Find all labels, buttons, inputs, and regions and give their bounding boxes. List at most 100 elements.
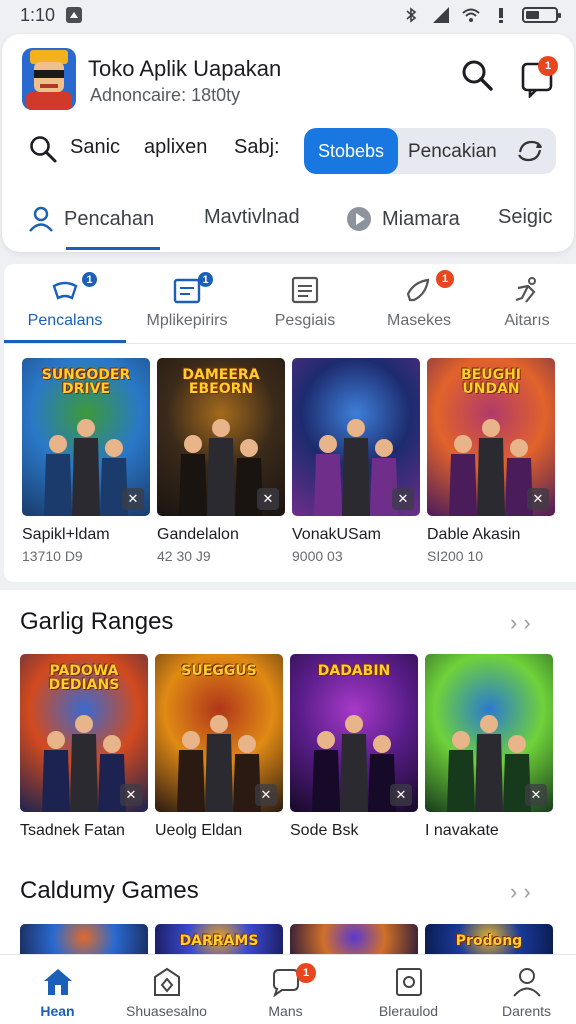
featured-games-row: SUNGODER DRIVE ✕ Sapikl+ldam 13710 D9 DAMEER…: [4, 358, 576, 572]
bottom-nav: Hean Shuasesalno 1 Mans Bleraulod Darent…: [0, 954, 576, 1024]
category-tab-masekes[interactable]: 1 Masekes: [364, 264, 474, 344]
tab-active-indicator: [66, 247, 160, 250]
top-tabs: Pencahan Mavtivlnad Miamara Seigic: [2, 196, 574, 250]
category-tab-pesgiais[interactable]: Pesgiais: [250, 264, 360, 344]
segmented-control: Stobebs Pencakian: [304, 128, 556, 174]
game-type-icon: ✕: [257, 488, 279, 510]
game-name: Sode Bsk: [290, 822, 359, 839]
tab-miamara[interactable]: Miamara: [346, 206, 460, 232]
tab-mavtivlnad[interactable]: Mavtivlnad: [204, 206, 300, 229]
notification-button[interactable]: 1: [518, 56, 558, 100]
game-art-title: DAMEERA EBEORN: [182, 367, 260, 397]
tab-pencahan[interactable]: Pencahan: [28, 206, 154, 232]
profile-icon: [512, 968, 541, 997]
segment-other[interactable]: Pencakian: [408, 141, 497, 163]
category-card: 1 Pencalans 1 Mplikepirirs Pesgiais 1 Ma…: [4, 264, 576, 582]
game-type-icon: ✕: [527, 488, 549, 510]
category-badge: 1: [82, 272, 97, 287]
avatar-icon: [22, 48, 76, 110]
game-type-icon: ✕: [255, 784, 277, 806]
section-title: Garlig Ranges: [20, 608, 174, 635]
section-more-arrows[interactable]: ››: [510, 610, 537, 636]
game-cover-image[interactable]: ✕: [292, 358, 420, 516]
category-label: Mplikepirirs: [146, 312, 228, 329]
game-card[interactable]: ✕ VonakUSam 9000 03: [292, 358, 420, 564]
nav-label: Bleraulod: [378, 1003, 439, 1019]
game-cover-image[interactable]: BEUGHI UNDAN ✕: [427, 358, 555, 516]
game-name: VonakUSam: [292, 526, 381, 543]
notification-badge: 1: [538, 56, 558, 76]
nav-badge: 1: [296, 963, 316, 983]
game-name: Dable Akasin: [427, 526, 521, 543]
segment-active[interactable]: Stobebs: [304, 128, 398, 174]
game-cover-image[interactable]: PADOWA DEDIANS ✕: [20, 654, 148, 812]
category-label: Aitarıs: [504, 312, 550, 329]
game-cover-image[interactable]: ✕: [425, 654, 553, 812]
search-filter-1[interactable]: Sanic: [70, 136, 120, 159]
game-meta: 13710 D9: [22, 548, 83, 564]
tab-seigic[interactable]: Seigic: [498, 206, 552, 229]
download-icon: [395, 968, 422, 996]
game-name: I navakate: [425, 822, 499, 839]
game-type-icon: ✕: [122, 488, 144, 510]
tab-label: Miamara: [382, 207, 460, 230]
game-card[interactable]: SUEGGUS ✕ Ueolg Eldan: [155, 654, 283, 840]
wifi-icon: [462, 8, 480, 22]
game-meta: SI200 10: [427, 548, 484, 564]
category-badge: 1: [436, 270, 454, 288]
nav-home[interactable]: Hean: [0, 955, 115, 1024]
category-badge: 1: [198, 272, 213, 287]
category-tab-aitaris[interactable]: Aitarıs: [472, 264, 576, 344]
game-card[interactable]: ✕ I navakate: [425, 654, 553, 840]
search-filter-2[interactable]: aplixen: [144, 136, 207, 159]
running-icon: [515, 277, 536, 303]
game-name: Gandelalon: [157, 526, 239, 543]
game-name: Tsadnek Fatan: [20, 822, 125, 839]
search-icon[interactable]: [460, 58, 494, 92]
game-card[interactable]: PADOWA DEDIANS ✕ Tsadnek Fatan: [20, 654, 148, 840]
alert-icon: [499, 8, 503, 23]
nav-chat[interactable]: 1 Mans: [228, 955, 343, 1024]
game-card[interactable]: SUNGODER DRIVE ✕ Sapikl+ldam 13710 D9: [22, 358, 150, 564]
category-active-indicator: [4, 340, 126, 343]
game-cover-image[interactable]: DAMEERA EBEORN ✕: [157, 358, 285, 516]
category-tab-pencalans[interactable]: 1 Pencalans: [10, 264, 120, 344]
play-icon: [347, 207, 371, 231]
game-type-icon: ✕: [392, 488, 414, 510]
nav-download[interactable]: Bleraulod: [351, 955, 466, 1024]
game-cover-image[interactable]: SUNGODER DRIVE ✕: [22, 358, 150, 516]
game-card[interactable]: BEUGHI UNDAN ✕ Dable Akasin SI200 10: [427, 358, 555, 564]
category-label: Pesgiais: [274, 312, 336, 329]
category-tab-mplikepirirs[interactable]: 1 Mplikepirirs: [132, 264, 242, 344]
game-card[interactable]: DADABIN ✕ Sode Bsk: [290, 654, 418, 840]
signal-icon: [433, 7, 449, 23]
section-games-row: PADOWA DEDIANS ✕ Tsadnek Fatan SUEGGUS ✕ Ueol…: [20, 654, 576, 850]
refresh-icon[interactable]: [516, 138, 544, 164]
section-more-arrows[interactable]: ››: [510, 879, 537, 905]
tab-label: Mavtivlnad: [204, 206, 300, 228]
game-art-title: SUNGODER DRIVE: [41, 367, 131, 397]
status-time: 1:10: [20, 4, 56, 25]
search-row: Sanic aplixen Sabj: Stobebs Pencakian: [2, 128, 574, 176]
game-name: Sapikl+ldam: [22, 526, 110, 543]
search-filter-3[interactable]: Sabj:: [234, 136, 280, 159]
game-type-icon: ✕: [390, 784, 412, 806]
game-art-title: DADABIN: [317, 663, 391, 679]
list-icon: [291, 276, 319, 304]
rocket-icon: [406, 278, 430, 302]
game-cover-image[interactable]: SUEGGUS ✕: [155, 654, 283, 812]
app-avatar[interactable]: [22, 48, 76, 110]
category-label: Pencalans: [27, 312, 103, 329]
nav-profile[interactable]: Darents: [469, 955, 576, 1024]
user-icon: [29, 206, 53, 232]
search-icon[interactable]: [28, 134, 58, 164]
tab-label: Pencahan: [64, 207, 155, 230]
game-card[interactable]: DAMEERA EBEORN ✕ Gandelalon 42 30 J9: [157, 358, 285, 564]
game-art-title: PADOWA DEDIANS: [48, 663, 120, 693]
battery-icon: [522, 7, 561, 23]
notification-app-icon: [66, 7, 83, 23]
category-tabs: 1 Pencalans 1 Mplikepirirs Pesgiais 1 Ma…: [4, 264, 576, 344]
controller-icon: [52, 281, 78, 300]
nav-store[interactable]: Shuasesalno: [109, 955, 224, 1024]
game-cover-image[interactable]: DADABIN ✕: [290, 654, 418, 812]
